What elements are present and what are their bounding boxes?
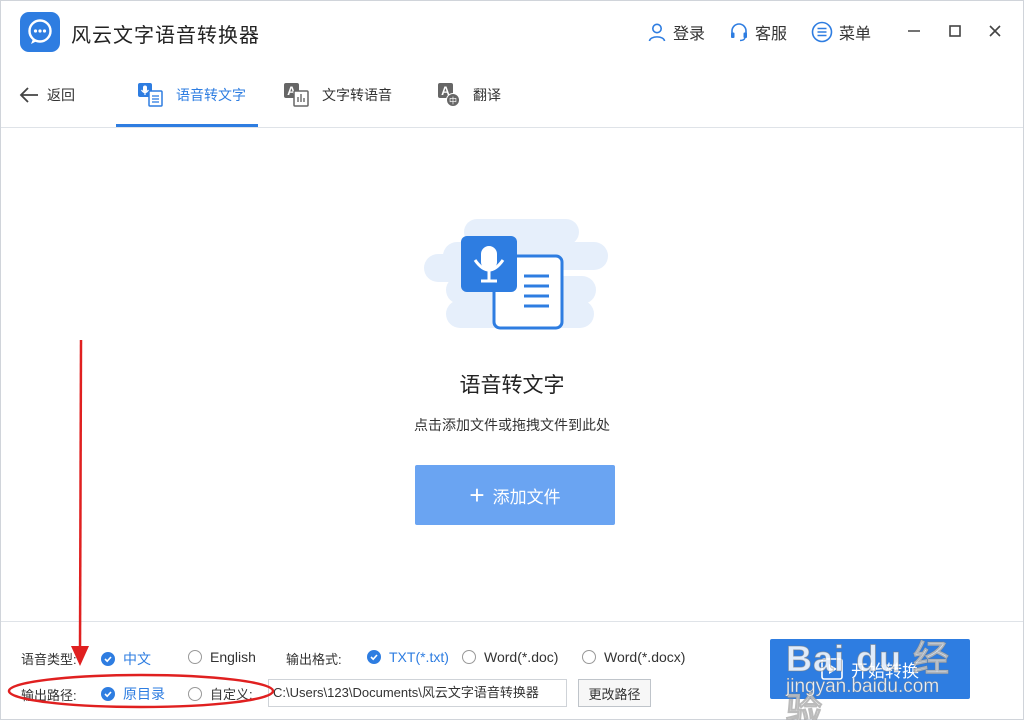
login-button[interactable]: 登录: [647, 20, 705, 44]
radio-checked-icon: [101, 652, 115, 666]
menu-label: 菜单: [839, 26, 872, 43]
app-logo-icon: [20, 12, 60, 52]
baidu-watermark: Bai du 经验 jingyan.baidu.com: [786, 630, 986, 720]
menu-button[interactable]: 菜单: [811, 20, 871, 44]
drop-zone-title: 语音转文字: [459, 374, 565, 397]
path-custom-label: 自定义:: [210, 687, 253, 702]
watermark-sub: jingyan.baidu.com: [786, 676, 940, 698]
tab-text-to-voice[interactable]: A 文字转语音: [283, 61, 392, 128]
tab-voice-to-text-label: 语音转文字: [176, 86, 246, 103]
radio-unchecked-icon: [462, 650, 476, 664]
text-to-voice-icon: A: [284, 82, 309, 107]
voice-type-chinese-label: 中文: [123, 651, 151, 667]
app-title: 风云文字语音转换器: [71, 25, 260, 47]
format-txt-radio[interactable]: TXT(*.txt): [367, 649, 449, 665]
path-custom-radio[interactable]: 自定义:: [188, 684, 253, 703]
maximize-icon: [949, 25, 961, 37]
tab-translate-label: 翻译: [473, 86, 501, 103]
format-txt-label: TXT(*.txt): [389, 649, 449, 665]
voice-type-label: 语音类型:: [21, 652, 77, 667]
plus-icon: +: [469, 480, 485, 510]
format-docx-label: Word(*.docx): [604, 649, 686, 665]
format-doc-label: Word(*.doc): [484, 649, 559, 665]
voice-to-text-illustration-icon: [424, 219, 608, 330]
tab-text-to-voice-label: 文字转语音: [322, 86, 392, 103]
translate-icon: A 中: [438, 82, 460, 107]
output-path-label: 输出路径:: [21, 688, 77, 703]
radio-unchecked-icon: [188, 686, 202, 701]
tab-voice-to-text[interactable]: 语音转文字: [137, 61, 246, 128]
maximize-button[interactable]: [945, 21, 965, 41]
radio-unchecked-icon: [188, 650, 202, 664]
menu-icon: [811, 21, 833, 43]
format-doc-radio[interactable]: Word(*.doc): [462, 649, 558, 665]
output-format-label: 输出格式:: [286, 652, 342, 667]
close-icon: [989, 25, 1001, 37]
minimize-button[interactable]: [904, 21, 924, 41]
minimize-icon: [908, 30, 920, 32]
voice-to-text-icon: [138, 82, 163, 107]
add-file-button[interactable]: + 添加文件: [415, 465, 615, 525]
drop-zone-hint: 点击添加文件或拖拽文件到此处: [414, 417, 610, 433]
voice-type-english-label: English: [210, 649, 256, 665]
title-bar: 风云文字语音转换器 登录 客服 菜单: [1, 1, 1023, 61]
svg-text:中: 中: [449, 95, 457, 105]
support-label: 客服: [755, 26, 788, 43]
voice-type-english-radio[interactable]: English: [188, 649, 256, 665]
user-icon: [648, 23, 666, 42]
login-label: 登录: [673, 26, 706, 43]
tab-translate[interactable]: A 中 翻译: [437, 61, 501, 128]
output-path-field[interactable]: C:\Users\123\Documents\风云文字语音转换器: [268, 679, 567, 707]
active-tab-indicator: [116, 124, 258, 127]
path-original-radio[interactable]: 原目录: [101, 684, 165, 704]
radio-checked-icon: [367, 650, 381, 664]
back-button[interactable]: 返回: [19, 85, 75, 105]
watermark-main: Bai du 经验: [786, 638, 951, 720]
format-docx-radio[interactable]: Word(*.docx): [582, 649, 685, 665]
voice-type-chinese-radio[interactable]: 中文: [101, 649, 151, 669]
path-original-label: 原目录: [123, 686, 165, 702]
add-file-label: 添加文件: [492, 487, 561, 507]
radio-unchecked-icon: [582, 650, 596, 664]
radio-checked-icon: [101, 687, 115, 701]
close-button[interactable]: [985, 21, 1005, 41]
support-button[interactable]: 客服: [729, 20, 787, 44]
tab-bar: 返回 语音转文字 A 文字转语音 A 中 翻译: [1, 61, 1023, 128]
app-window: 风云文字语音转换器 登录 客服 菜单 返回 语音转文字 A 文字转语音 A 中 …: [0, 0, 1024, 720]
change-path-button[interactable]: 更改路径: [578, 679, 651, 707]
arrow-left-icon: [19, 87, 38, 103]
back-label: 返回: [47, 87, 75, 103]
headset-icon: [731, 23, 747, 42]
